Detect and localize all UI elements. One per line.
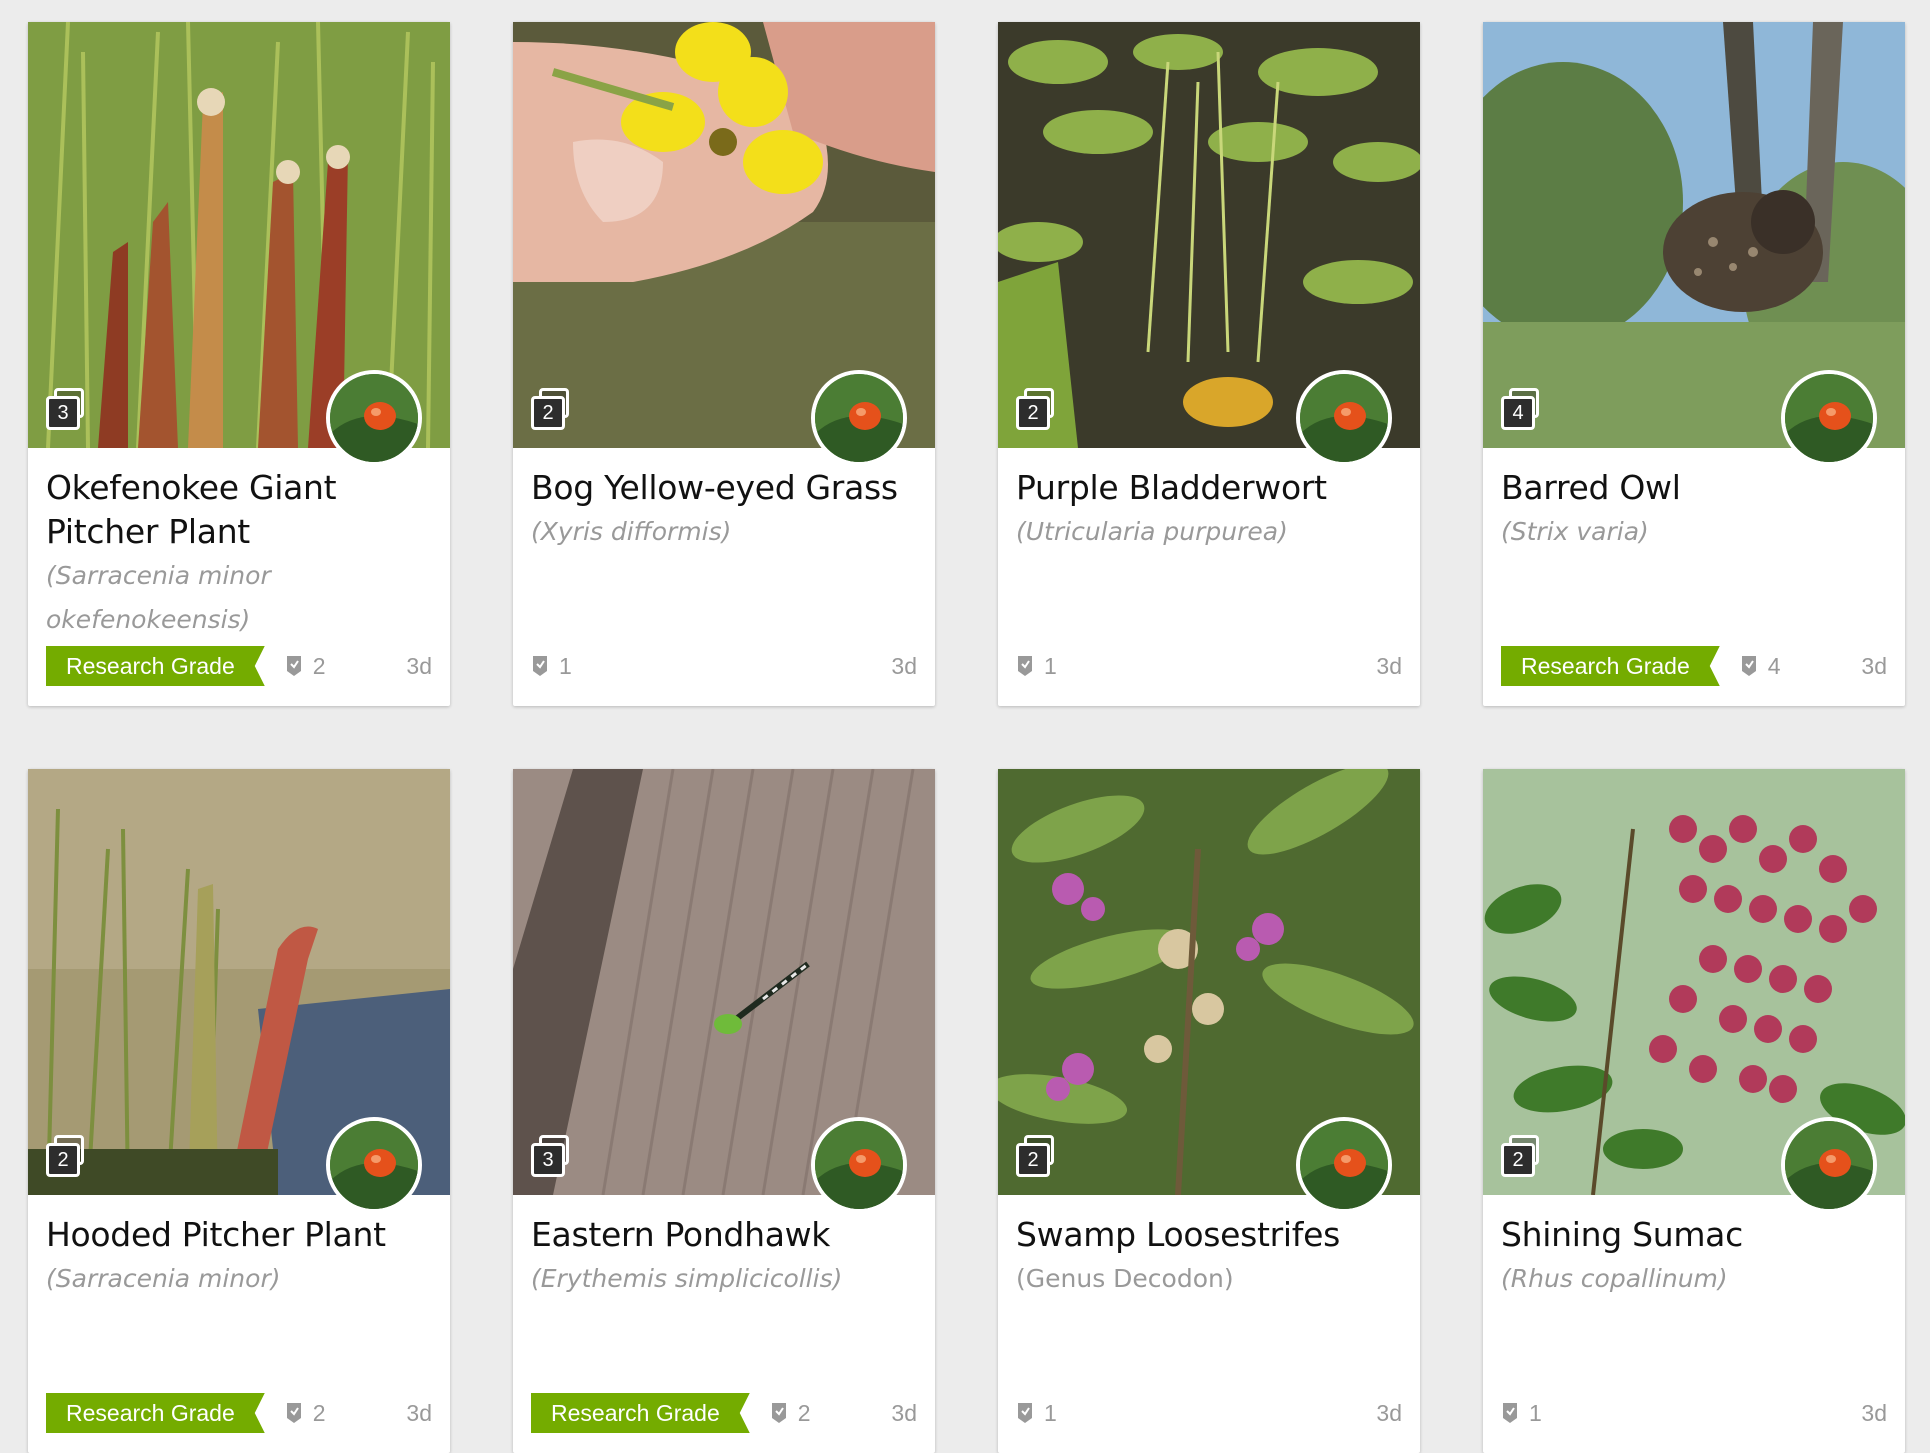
observation-card[interactable]: 2 Swamp Loosestrifes (Genus Decodon) 1 3… xyxy=(998,769,1420,1453)
card-footer: 1 3d xyxy=(1501,1393,1887,1433)
common-name[interactable]: Swamp Loosestrifes xyxy=(1016,1213,1402,1257)
quality-grade-badge: Research Grade xyxy=(46,646,265,686)
identifications-count: 2 xyxy=(285,653,326,680)
identifications-count: 4 xyxy=(1740,653,1781,680)
observation-age: 3d xyxy=(891,652,917,679)
user-avatar[interactable] xyxy=(811,1117,907,1213)
observation-age: 3d xyxy=(1376,652,1402,679)
user-avatar[interactable] xyxy=(1781,370,1877,466)
photo-count-badge: 2 xyxy=(46,1135,84,1177)
observation-card[interactable]: 2 Hooded Pitcher Plant (Sarracenia minor… xyxy=(28,769,450,1453)
card-footer: Research Grade 4 3d xyxy=(1501,646,1887,686)
card-footer: Research Grade 2 3d xyxy=(46,1393,432,1433)
photo-count-badge: 4 xyxy=(1501,388,1539,430)
scientific-name: (Erythemis simplicicollis) xyxy=(531,1264,843,1293)
observation-age: 3d xyxy=(891,1399,917,1426)
quality-grade-badge: Research Grade xyxy=(531,1393,750,1433)
photo-count-badge: 3 xyxy=(46,388,84,430)
card-footer: 1 3d xyxy=(1016,646,1402,686)
user-avatar[interactable] xyxy=(1296,370,1392,466)
observation-card[interactable]: 4 Barred Owl (Strix varia) Research Grad… xyxy=(1483,22,1905,706)
identification-tag-icon xyxy=(1018,656,1032,676)
observation-card[interactable]: 3 Okefenokee Giant Pitcher Plant (Sarrac… xyxy=(28,22,450,706)
user-avatar[interactable] xyxy=(1296,1117,1392,1213)
scientific-name: (Genus Decodon) xyxy=(1016,1264,1234,1293)
photo-count-badge: 2 xyxy=(1016,388,1054,430)
identification-tag-icon xyxy=(771,1403,786,1423)
common-name[interactable]: Shining Sumac xyxy=(1501,1213,1887,1257)
common-name[interactable]: Eastern Pondhawk xyxy=(531,1213,917,1257)
photo-count-badge: 2 xyxy=(1501,1135,1539,1177)
card-footer: 1 3d xyxy=(1016,1393,1402,1433)
card-footer: 1 3d xyxy=(531,646,917,686)
observation-age: 3d xyxy=(406,652,432,679)
quality-grade-badge: Research Grade xyxy=(46,1393,265,1433)
common-name[interactable]: Hooded Pitcher Plant xyxy=(46,1213,432,1257)
identification-tag-icon xyxy=(286,1403,301,1423)
quality-grade-badge: Research Grade xyxy=(1501,646,1720,686)
common-name[interactable]: Purple Bladderwort xyxy=(1016,466,1402,510)
common-name[interactable]: Barred Owl xyxy=(1501,466,1887,510)
identifications-count: 1 xyxy=(531,653,572,680)
identifications-count: 2 xyxy=(285,1400,326,1427)
observation-card[interactable]: 2 Purple Bladderwort (Utricularia purpur… xyxy=(998,22,1420,706)
observation-card[interactable]: 2 Shining Sumac (Rhus copallinum) 1 3d xyxy=(1483,769,1905,1453)
common-name[interactable]: Okefenokee Giant Pitcher Plant xyxy=(46,466,432,554)
photo-count-badge: 3 xyxy=(531,1135,569,1177)
photo-count-badge: 2 xyxy=(531,388,569,430)
identification-tag-icon xyxy=(1741,656,1756,676)
identifications-count: 1 xyxy=(1016,1400,1057,1427)
identification-tag-icon xyxy=(1503,1403,1517,1423)
observation-grid: 3 Okefenokee Giant Pitcher Plant (Sarrac… xyxy=(28,22,1905,1453)
identifications-count: 1 xyxy=(1501,1400,1542,1427)
card-footer: Research Grade 2 3d xyxy=(46,646,432,686)
identification-tag-icon xyxy=(286,656,301,676)
observation-card[interactable]: 2 Bog Yellow-eyed Grass (Xyris difformis… xyxy=(513,22,935,706)
identifications-count: 1 xyxy=(1016,653,1057,680)
user-avatar[interactable] xyxy=(1781,1117,1877,1213)
identifications-count: 2 xyxy=(770,1400,811,1427)
card-footer: Research Grade 2 3d xyxy=(531,1393,917,1433)
scientific-name: (Strix varia) xyxy=(1501,517,1649,546)
common-name[interactable]: Bog Yellow-eyed Grass xyxy=(531,466,917,510)
observation-age: 3d xyxy=(1861,1399,1887,1426)
scientific-name: (Sarracenia minor okefenokeensis) xyxy=(46,561,271,634)
observation-age: 3d xyxy=(406,1399,432,1426)
scientific-name: (Utricularia purpurea) xyxy=(1016,517,1288,546)
scientific-name: (Xyris difformis) xyxy=(531,517,732,546)
observation-age: 3d xyxy=(1861,652,1887,679)
scientific-name: (Sarracenia minor) xyxy=(46,1264,281,1293)
observation-age: 3d xyxy=(1376,1399,1402,1426)
photo-count-badge: 2 xyxy=(1016,1135,1054,1177)
user-avatar[interactable] xyxy=(811,370,907,466)
user-avatar[interactable] xyxy=(326,370,422,466)
user-avatar[interactable] xyxy=(326,1117,422,1213)
scientific-name: (Rhus copallinum) xyxy=(1501,1264,1728,1293)
observation-card[interactable]: 3 Eastern Pondhawk (Erythemis simplicico… xyxy=(513,769,935,1453)
identification-tag-icon xyxy=(1018,1403,1032,1423)
identification-tag-icon xyxy=(533,656,547,676)
